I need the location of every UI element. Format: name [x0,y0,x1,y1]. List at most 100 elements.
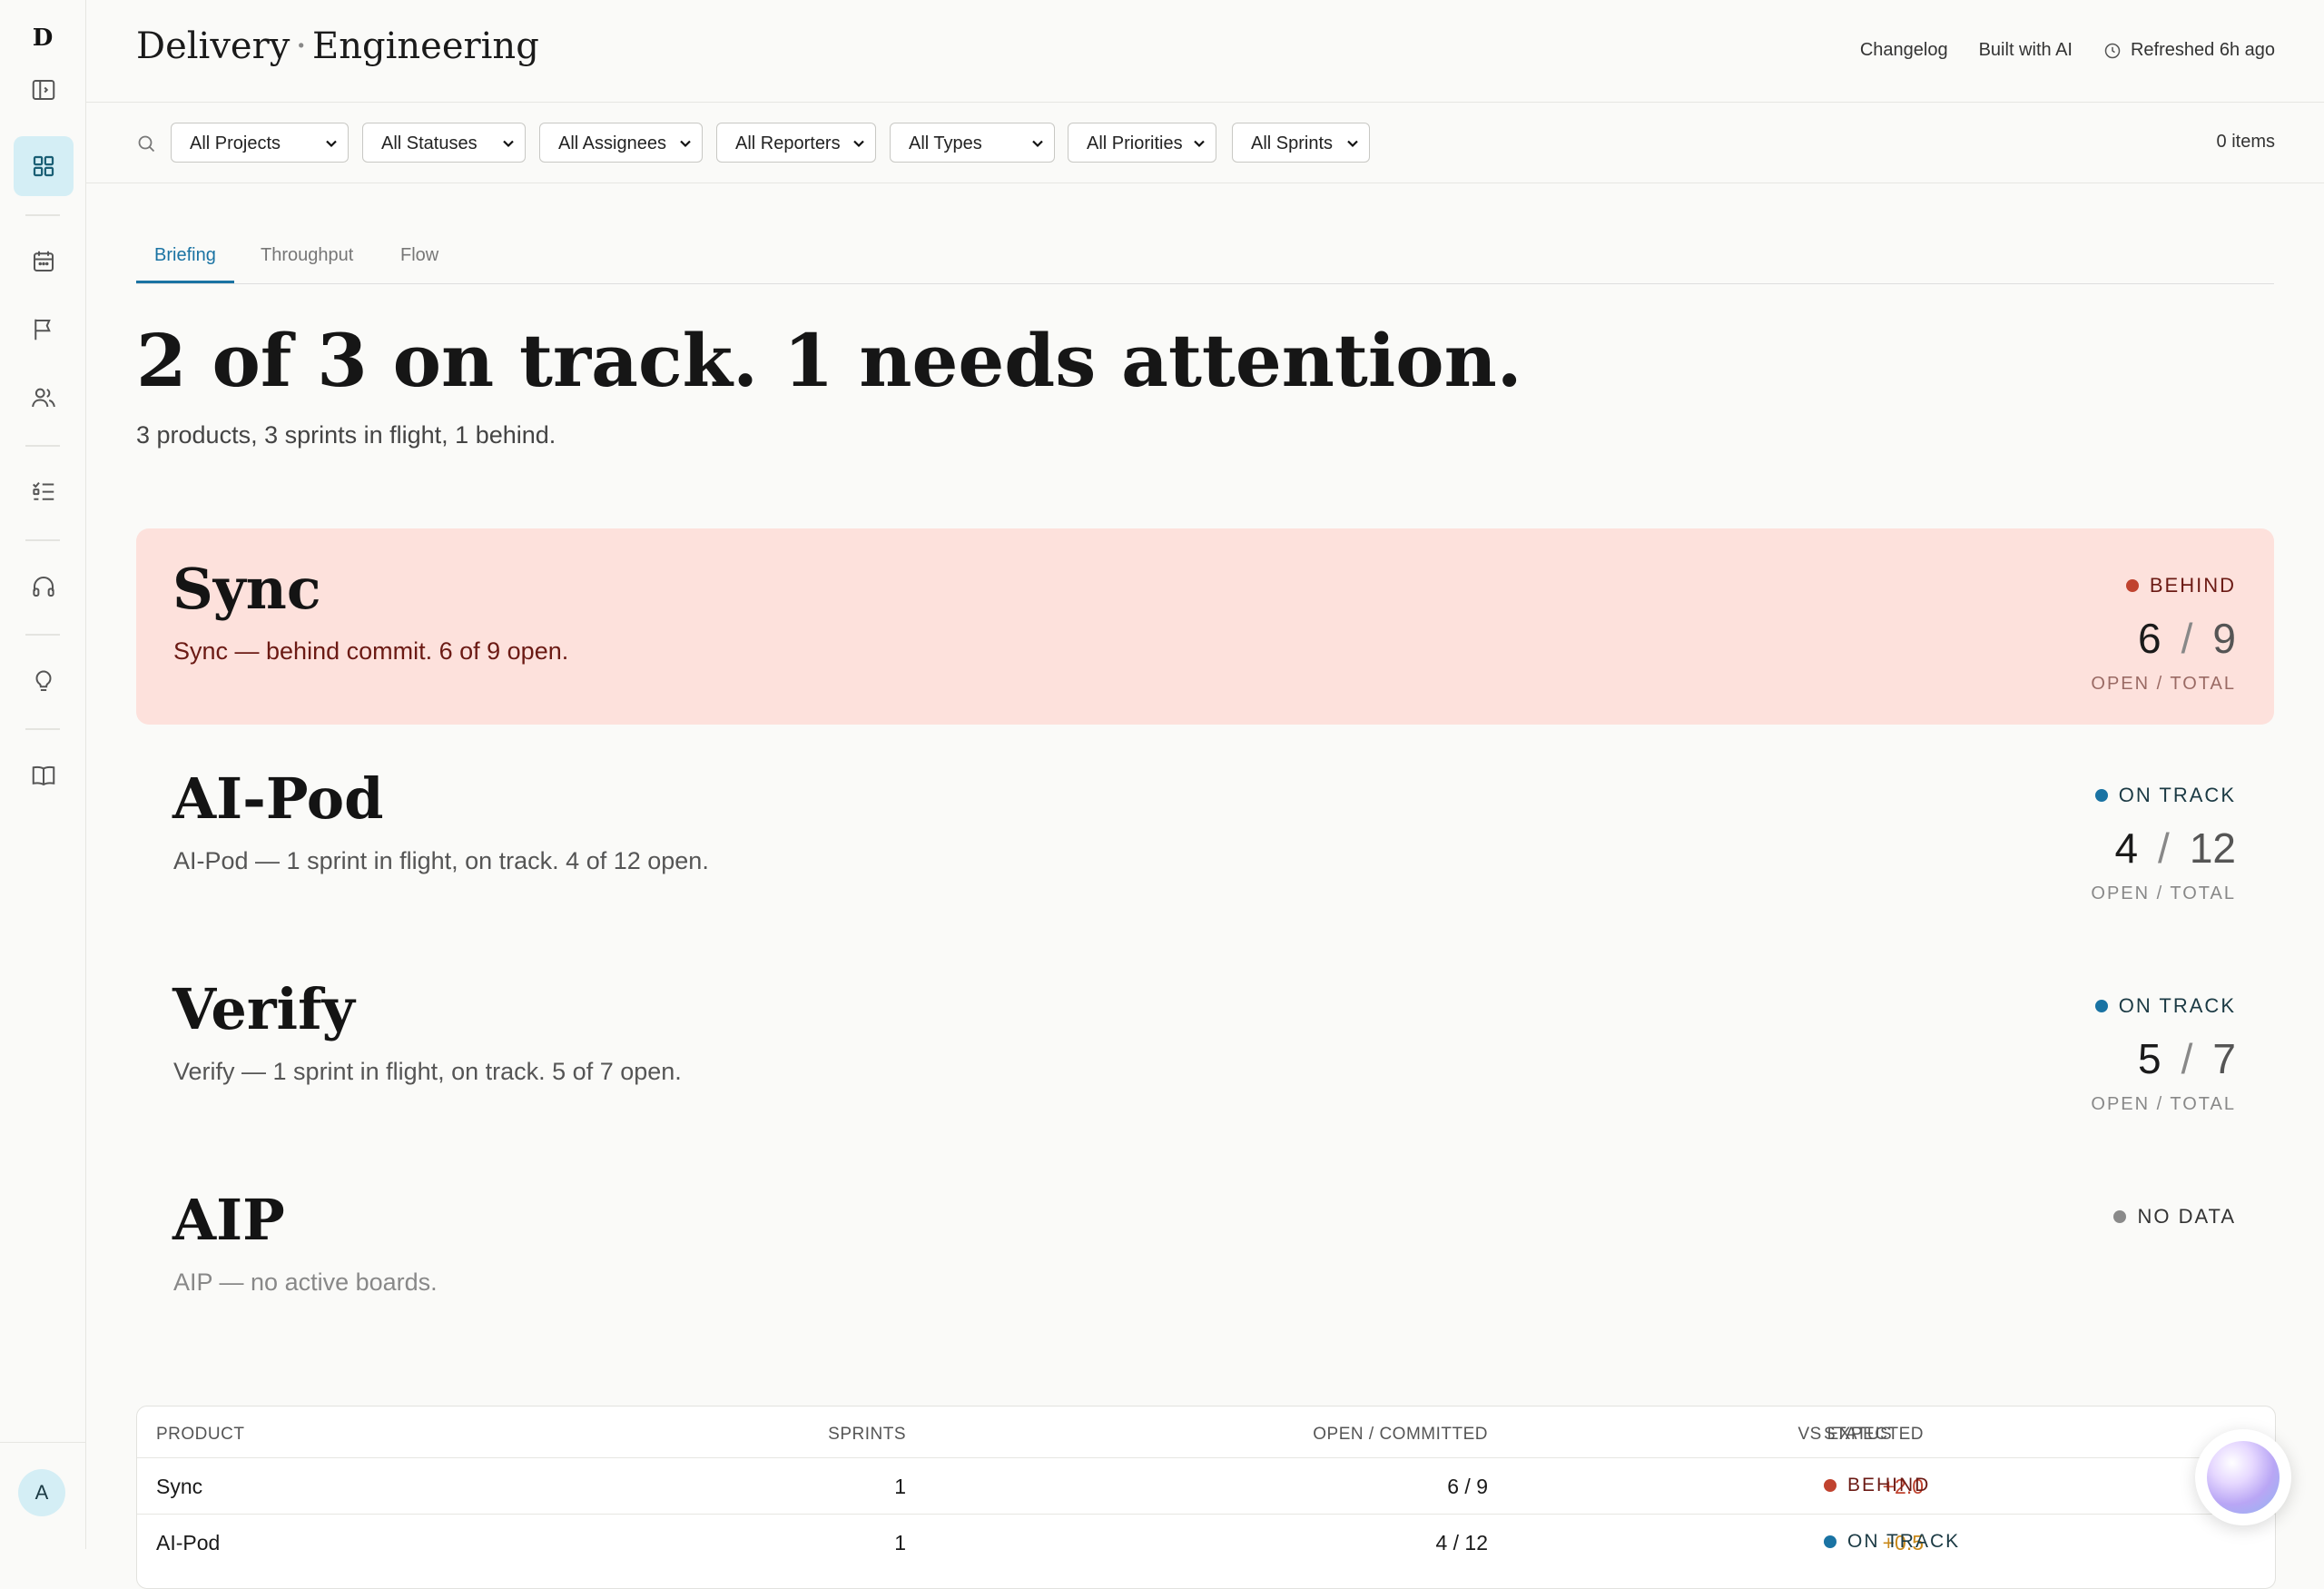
open-total-label: OPEN / TOTAL [2091,674,2236,694]
sidebar-item-dashboard[interactable] [14,136,74,196]
sidebar-item-docs[interactable] [14,745,74,805]
open-total-label: OPEN / TOTAL [2091,883,2236,903]
product-description: AI-Pod — 1 sprint in flight, on track. 4… [173,847,709,874]
filter-projects[interactable]: All Projects [171,123,349,163]
filter-statuses[interactable]: All Statuses [362,123,526,163]
chevron-down-icon [1347,140,1358,148]
column-header-status[interactable]: STATUS [1824,1425,1892,1445]
page-title: Delivery · Engineering [136,25,539,67]
status-badge: NO DATA [2113,1205,2236,1229]
items-count: 0 items [2216,132,2275,152]
filter-reporters[interactable]: All Reporters [716,123,876,163]
title-team: Engineering [312,25,539,67]
cell-product: AI-Pod [156,1531,221,1554]
calendar-icon [34,251,54,271]
cell-sprints: 1 [894,1475,906,1498]
sidebar-divider [25,728,60,730]
sidebar-item-support[interactable] [14,557,74,617]
chevron-down-icon [503,140,514,148]
changelog-link[interactable]: Changelog [1860,40,1948,61]
chevron-down-icon [680,140,691,148]
filter-types[interactable]: All Types [890,123,1055,163]
table-row[interactable]: AI-Pod 1 4 / 12 +0.5 ON TRACK [137,1514,2275,1571]
users-icon [32,388,55,408]
tab-throughput[interactable]: Throughput [261,245,353,281]
chevron-down-icon [853,140,864,148]
cell-status: ON TRACK [1824,1531,1960,1553]
sidebar-item-calendar[interactable] [14,232,74,291]
cell-open-committed: 4 / 12 [1435,1531,1488,1554]
open-count: 6 [2138,615,2162,662]
status-dot [1824,1535,1837,1548]
column-header-product[interactable]: PRODUCT [156,1425,244,1445]
app-logo[interactable]: D [0,20,85,56]
panel-toggle-button[interactable] [14,60,74,120]
title-org: Delivery [136,25,290,67]
refresh-label: Refreshed 6h ago [2130,40,2275,60]
filter-sprints-value: All Sprints [1251,133,1334,153]
product-description: AIP — no active boards. [173,1268,438,1296]
tab-briefing[interactable]: Briefing [136,245,234,283]
total-count: 7 [2212,1035,2236,1082]
open-total-count: 5/7 [2138,1035,2236,1082]
ai-assistant-button[interactable] [2195,1429,2291,1525]
status-dot [2125,579,2139,592]
cell-product: Sync [156,1475,203,1498]
tab-flow[interactable]: Flow [400,245,438,281]
lightbulb-icon [35,670,52,691]
filter-assignees-value: All Assignees [558,133,666,153]
column-header-open-committed[interactable]: OPEN / COMMITTED [1136,1425,1488,1445]
product-card-verify[interactable]: Verify Verify — 1 sprint in flight, on t… [136,949,2274,1145]
status-label: ON TRACK [1847,1531,1961,1552]
status-label: ON TRACK [2118,784,2236,806]
cell-status: BEHIND [1824,1475,1930,1496]
status-dot [2094,789,2108,802]
product-card-ai-pod[interactable]: AI-Pod AI-Pod — 1 sprint in flight, on t… [136,738,2274,934]
sidebar-item-tasks[interactable] [14,461,74,521]
open-count: 5 [2138,1035,2162,1082]
page-header: Delivery · Engineering Changelog Built wit… [86,0,2324,103]
open-count: 4 [2114,824,2139,872]
filter-bar: All Projects All Statuses All Assignees … [86,103,2324,183]
column-header-sprints[interactable]: SPRINTS [697,1425,906,1445]
product-name: Verify [172,976,355,1042]
sidebar-divider [25,445,60,447]
sidebar-divider [25,634,60,636]
assistant-orb-icon [2207,1441,2280,1514]
open-total-count: 4/12 [2114,824,2236,872]
total-count: 12 [2189,824,2236,872]
product-card-aip[interactable]: AIP AIP — no active boards. NO DATA [136,1160,2274,1356]
refresh-status[interactable]: Refreshed 6h ago [2103,40,2275,61]
product-name: AIP [172,1187,285,1253]
chevron-down-icon [326,140,337,148]
filter-assignees[interactable]: All Assignees [539,123,703,163]
products-table: PRODUCT SPRINTS OPEN / COMMITTED VS EXPE… [136,1406,2276,1589]
product-card-sync[interactable]: Sync Sync — behind commit. 6 of 9 open. … [136,528,2274,725]
book-icon [32,765,55,786]
product-name: AI-Pod [172,765,384,832]
flag-icon [34,319,51,340]
dashboard-grid-icon [33,155,54,177]
filter-types-value: All Types [909,133,982,153]
filter-priorities[interactable]: All Priorities [1068,123,1216,163]
built-with-ai-link[interactable]: Built with AI [1979,40,2073,61]
sidebar-item-milestones[interactable] [14,300,74,360]
view-tabs: Briefing Throughput Flow [136,234,2274,284]
filter-priorities-value: All Priorities [1087,133,1183,153]
sidebar-item-ideas[interactable] [14,651,74,711]
status-badge: ON TRACK [2094,784,2236,807]
total-count: 9 [2212,615,2236,662]
status-badge: ON TRACK [2094,994,2236,1018]
filter-statuses-value: All Statuses [381,133,478,153]
cell-open-committed: 6 / 9 [1447,1475,1488,1498]
sidebar-divider [25,539,60,541]
open-total-label: OPEN / TOTAL [2091,1094,2236,1114]
sidebar-footer-divider [0,1442,85,1443]
panel-toggle-icon [32,80,55,100]
user-avatar[interactable]: A [18,1469,65,1516]
search-icon[interactable] [135,133,157,154]
filter-sprints[interactable]: All Sprints [1232,123,1370,163]
sidebar-item-team[interactable] [14,368,74,428]
table-row[interactable]: Sync 1 6 / 9 +2.0 BEHIND [137,1457,2275,1515]
status-label: BEHIND [1847,1475,1931,1495]
